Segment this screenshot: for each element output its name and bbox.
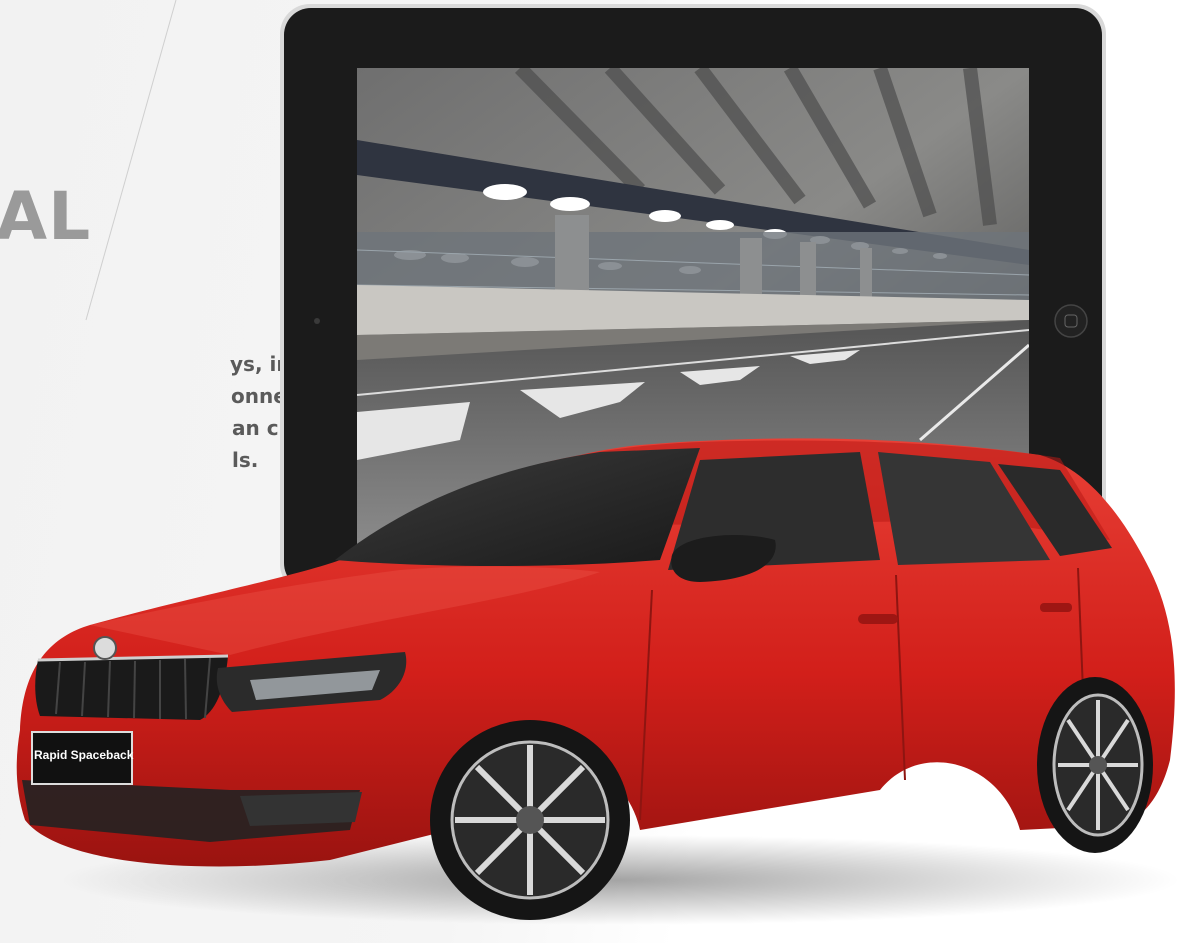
model-badge-label: Rapid Spaceback [34,748,134,762]
door-handle [1040,603,1072,612]
front-wheel [430,720,630,920]
page: AL ys, increase onnet, with an create ls… [0,0,1189,943]
camera-icon [314,318,320,324]
home-button-icon [1054,304,1088,338]
door-handle [858,614,898,624]
rear-wheel [1037,677,1153,853]
product-illustration [16,4,1180,925]
front-grille [35,656,228,720]
brand-logo-icon [93,636,117,660]
